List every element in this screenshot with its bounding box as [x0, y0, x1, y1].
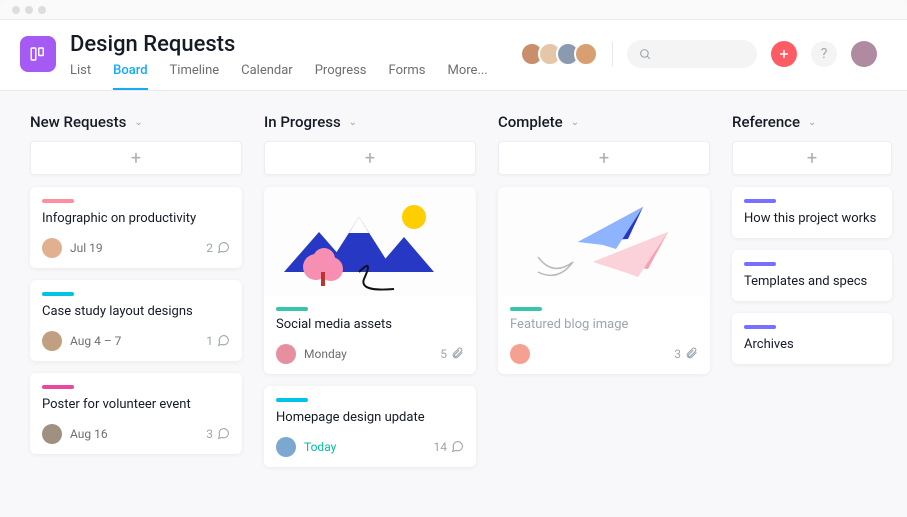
assignee-avatar — [276, 344, 296, 364]
page-title: Design Requests — [70, 32, 526, 57]
card-title: Featured blog image — [498, 317, 710, 334]
due-date: Today — [304, 440, 336, 454]
attachment-count: 3 — [674, 347, 681, 361]
tag — [744, 262, 776, 266]
comment-icon — [217, 427, 230, 440]
tag — [42, 292, 74, 296]
tag — [744, 325, 776, 329]
search-icon — [639, 48, 652, 61]
project-members[interactable] — [526, 42, 598, 66]
card-infographic[interactable]: Infographic on productivity Jul 19 2 — [30, 187, 242, 268]
add-card-button[interactable]: + — [264, 141, 476, 175]
column-reference: Reference ⌄ + How this project works Tem… — [732, 113, 892, 479]
column-title: In Progress — [264, 113, 341, 131]
column-title: New Requests — [30, 113, 126, 131]
tag — [276, 398, 308, 402]
search-input[interactable] — [627, 40, 757, 68]
user-avatar[interactable] — [851, 41, 877, 67]
card-title: Social media assets — [264, 317, 476, 334]
cover-illustration-paper-planes — [498, 187, 710, 297]
tab-calendar[interactable]: Calendar — [241, 63, 293, 90]
column-new-requests: New Requests ⌄ + Infographic on producti… — [30, 113, 242, 479]
column-title: Reference — [732, 113, 800, 131]
traffic-light — [25, 6, 33, 14]
column-header[interactable]: Complete ⌄ — [498, 113, 710, 131]
due-date: Monday — [304, 347, 347, 361]
card-homepage[interactable]: Homepage design update Today 14 — [264, 386, 476, 467]
traffic-light — [12, 6, 20, 14]
card-title: Case study layout designs — [42, 304, 230, 321]
card-archives[interactable]: Archives — [732, 313, 892, 364]
comment-count: 3 — [206, 427, 213, 441]
comment-count: 2 — [206, 241, 213, 255]
column-header[interactable]: Reference ⌄ — [732, 113, 892, 131]
due-date: Aug 16 — [70, 427, 108, 441]
plus-icon — [778, 48, 790, 60]
assignee-avatar — [276, 437, 296, 457]
attachment-icon — [685, 347, 698, 360]
column-header[interactable]: In Progress ⌄ — [264, 113, 476, 131]
column-title: Complete — [498, 113, 563, 131]
assignee-avatar — [42, 424, 62, 444]
tag — [744, 199, 776, 203]
project-icon[interactable] — [20, 36, 56, 72]
tag — [510, 307, 542, 311]
assignee-avatar — [42, 238, 62, 258]
tab-forms[interactable]: Forms — [389, 63, 426, 90]
tag — [42, 199, 74, 203]
card-title: Infographic on productivity — [42, 211, 230, 228]
traffic-light — [38, 6, 46, 14]
add-card-button[interactable]: + — [30, 141, 242, 175]
card-title: Poster for volunteer event — [42, 397, 230, 414]
chevron-down-icon: ⌄ — [808, 117, 816, 128]
card-title: Archives — [744, 337, 880, 354]
comment-count: 1 — [206, 334, 213, 348]
tab-board[interactable]: Board — [113, 63, 147, 90]
due-date: Jul 19 — [70, 241, 103, 255]
tab-more[interactable]: More... — [448, 63, 488, 90]
add-card-button[interactable]: + — [498, 141, 710, 175]
add-button[interactable] — [771, 41, 797, 67]
card-title: How this project works — [744, 211, 880, 228]
tab-timeline[interactable]: Timeline — [170, 63, 220, 90]
view-tabs: List Board Timeline Calendar Progress Fo… — [70, 63, 526, 90]
tab-list[interactable]: List — [70, 63, 91, 90]
help-button[interactable]: ? — [811, 41, 837, 67]
comment-icon — [451, 440, 464, 453]
comment-count: 14 — [434, 440, 448, 454]
card-templates[interactable]: Templates and specs — [732, 250, 892, 301]
card-how-works[interactable]: How this project works — [732, 187, 892, 238]
comment-icon — [217, 241, 230, 254]
chevron-down-icon: ⌄ — [349, 117, 357, 128]
assignee-avatar — [42, 331, 62, 351]
avatar — [574, 42, 598, 66]
kanban-board: New Requests ⌄ + Infographic on producti… — [0, 91, 907, 501]
assignee-avatar — [510, 344, 530, 364]
chevron-down-icon: ⌄ — [134, 117, 142, 128]
project-header: Design Requests List Board Timeline Cale… — [0, 20, 907, 91]
tab-progress[interactable]: Progress — [315, 63, 367, 90]
window-chrome — [0, 0, 907, 20]
card-title: Homepage design update — [276, 410, 464, 427]
cover-illustration-mountains — [264, 187, 476, 297]
comment-icon — [217, 334, 230, 347]
attachment-count: 5 — [440, 347, 447, 361]
column-complete: Complete ⌄ + Featured blog image — [498, 113, 710, 479]
column-in-progress: In Progress ⌄ + Social m — [264, 113, 476, 479]
divider — [612, 42, 613, 66]
column-header[interactable]: New Requests ⌄ — [30, 113, 242, 131]
tag — [276, 307, 308, 311]
card-social-media[interactable]: Social media assets Monday 5 — [264, 187, 476, 374]
add-card-button[interactable]: + — [732, 141, 892, 175]
attachment-icon — [451, 347, 464, 360]
tag — [42, 385, 74, 389]
card-featured-blog[interactable]: Featured blog image 3 — [498, 187, 710, 374]
chevron-down-icon: ⌄ — [571, 117, 579, 128]
card-casestudy[interactable]: Case study layout designs Aug 4 – 7 1 — [30, 280, 242, 361]
card-poster[interactable]: Poster for volunteer event Aug 16 3 — [30, 373, 242, 454]
card-title: Templates and specs — [744, 274, 880, 291]
due-date: Aug 4 – 7 — [70, 334, 121, 348]
